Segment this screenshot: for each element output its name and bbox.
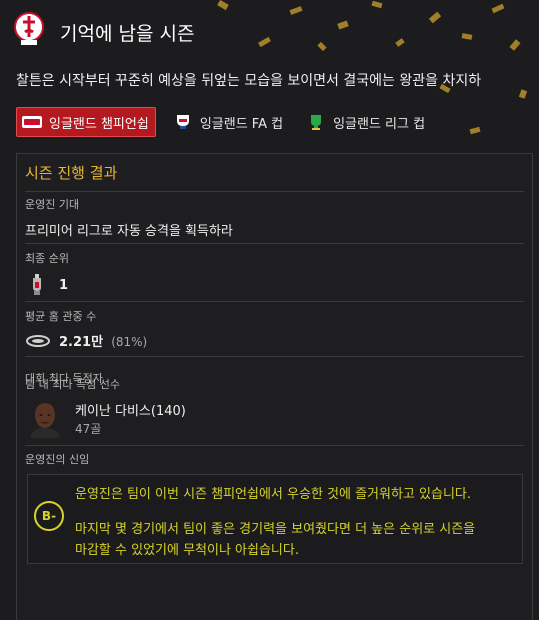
- divider: [25, 301, 524, 302]
- stadium-icon: [26, 332, 50, 351]
- divider: [25, 445, 524, 446]
- avg-attendance-value: 2.21만: [59, 335, 104, 350]
- top-scorer-label-team: 팀 내 최다 득점 선수: [25, 378, 120, 391]
- season-results-panel: 시즌 진행 결과 운영진 기대 프리미어 리그로 자동 승격을 획득하라 최종 …: [16, 153, 533, 620]
- trophy-icon: [31, 274, 43, 300]
- player-avatar[interactable]: [28, 398, 62, 438]
- top-scorer-name[interactable]: 케이난 다비스(140): [75, 400, 186, 419]
- feedback-line: 마감할 수 있었기에 무척이나 아쉽습니다.: [75, 543, 299, 558]
- top-scorer-goals: 47골: [75, 422, 102, 436]
- grade-badge: B-: [34, 501, 64, 531]
- tab-championship[interactable]: 잉글랜드 챔피언쉽: [16, 107, 156, 137]
- final-position-label: 최종 순위: [25, 252, 69, 265]
- club-crest-icon: [13, 11, 45, 47]
- avg-attendance-label: 평균 홈 관중 수: [25, 310, 97, 323]
- board-confidence-label: 운영진의 신임: [25, 453, 90, 466]
- board-expectation-value: 프리미어 리그로 자동 승격을 획득하라: [25, 224, 233, 239]
- championship-logo-icon: [21, 113, 43, 131]
- divider: [25, 191, 524, 192]
- feedback-line: 마지막 몇 경기에서 팀이 좋은 경기력을 보여줬다면 더 높은 순위로 시즌을: [75, 522, 476, 537]
- page-title: 기억에 남을 시즌: [60, 23, 195, 45]
- tab-label: 잉글랜드 FA 컵: [199, 116, 284, 132]
- board-feedback-box: B- 운영진은 팀이 이번 시즌 챔피언쉽에서 우승한 것에 즐거워하고 있습니…: [27, 474, 523, 564]
- fa-cup-logo-icon: [172, 113, 194, 131]
- page-header: 기억에 남을 시즌: [0, 0, 539, 64]
- panel-title: 시즌 진행 결과: [25, 164, 118, 182]
- tab-fa-cup[interactable]: 잉글랜드 FA 컵: [166, 107, 291, 137]
- tab-league-cup[interactable]: 잉글랜드 리그 컵: [299, 107, 433, 137]
- tab-label: 잉글랜드 리그 컵: [333, 116, 426, 132]
- avg-attendance-pct: (81%): [111, 335, 148, 349]
- divider: [25, 356, 524, 357]
- board-expectation-label: 운영진 기대: [25, 198, 80, 211]
- competition-tabs: 잉글랜드 챔피언쉽 잉글랜드 FA 컵 잉글랜드 리그 컵: [16, 107, 441, 137]
- tab-label: 잉글랜드 챔피언쉽: [49, 116, 149, 132]
- league-cup-logo-icon: [305, 113, 327, 131]
- feedback-line: 운영진은 팀이 이번 시즌 챔피언쉽에서 우승한 것에 즐거워하고 있습니다.: [75, 487, 471, 502]
- final-position-value: 1: [59, 278, 69, 293]
- season-intro-text: 찰튼은 시작부터 꾸준히 예상을 뒤엎는 모습을 보이면서 결국에는 왕관을 차…: [16, 73, 482, 89]
- divider: [25, 243, 524, 244]
